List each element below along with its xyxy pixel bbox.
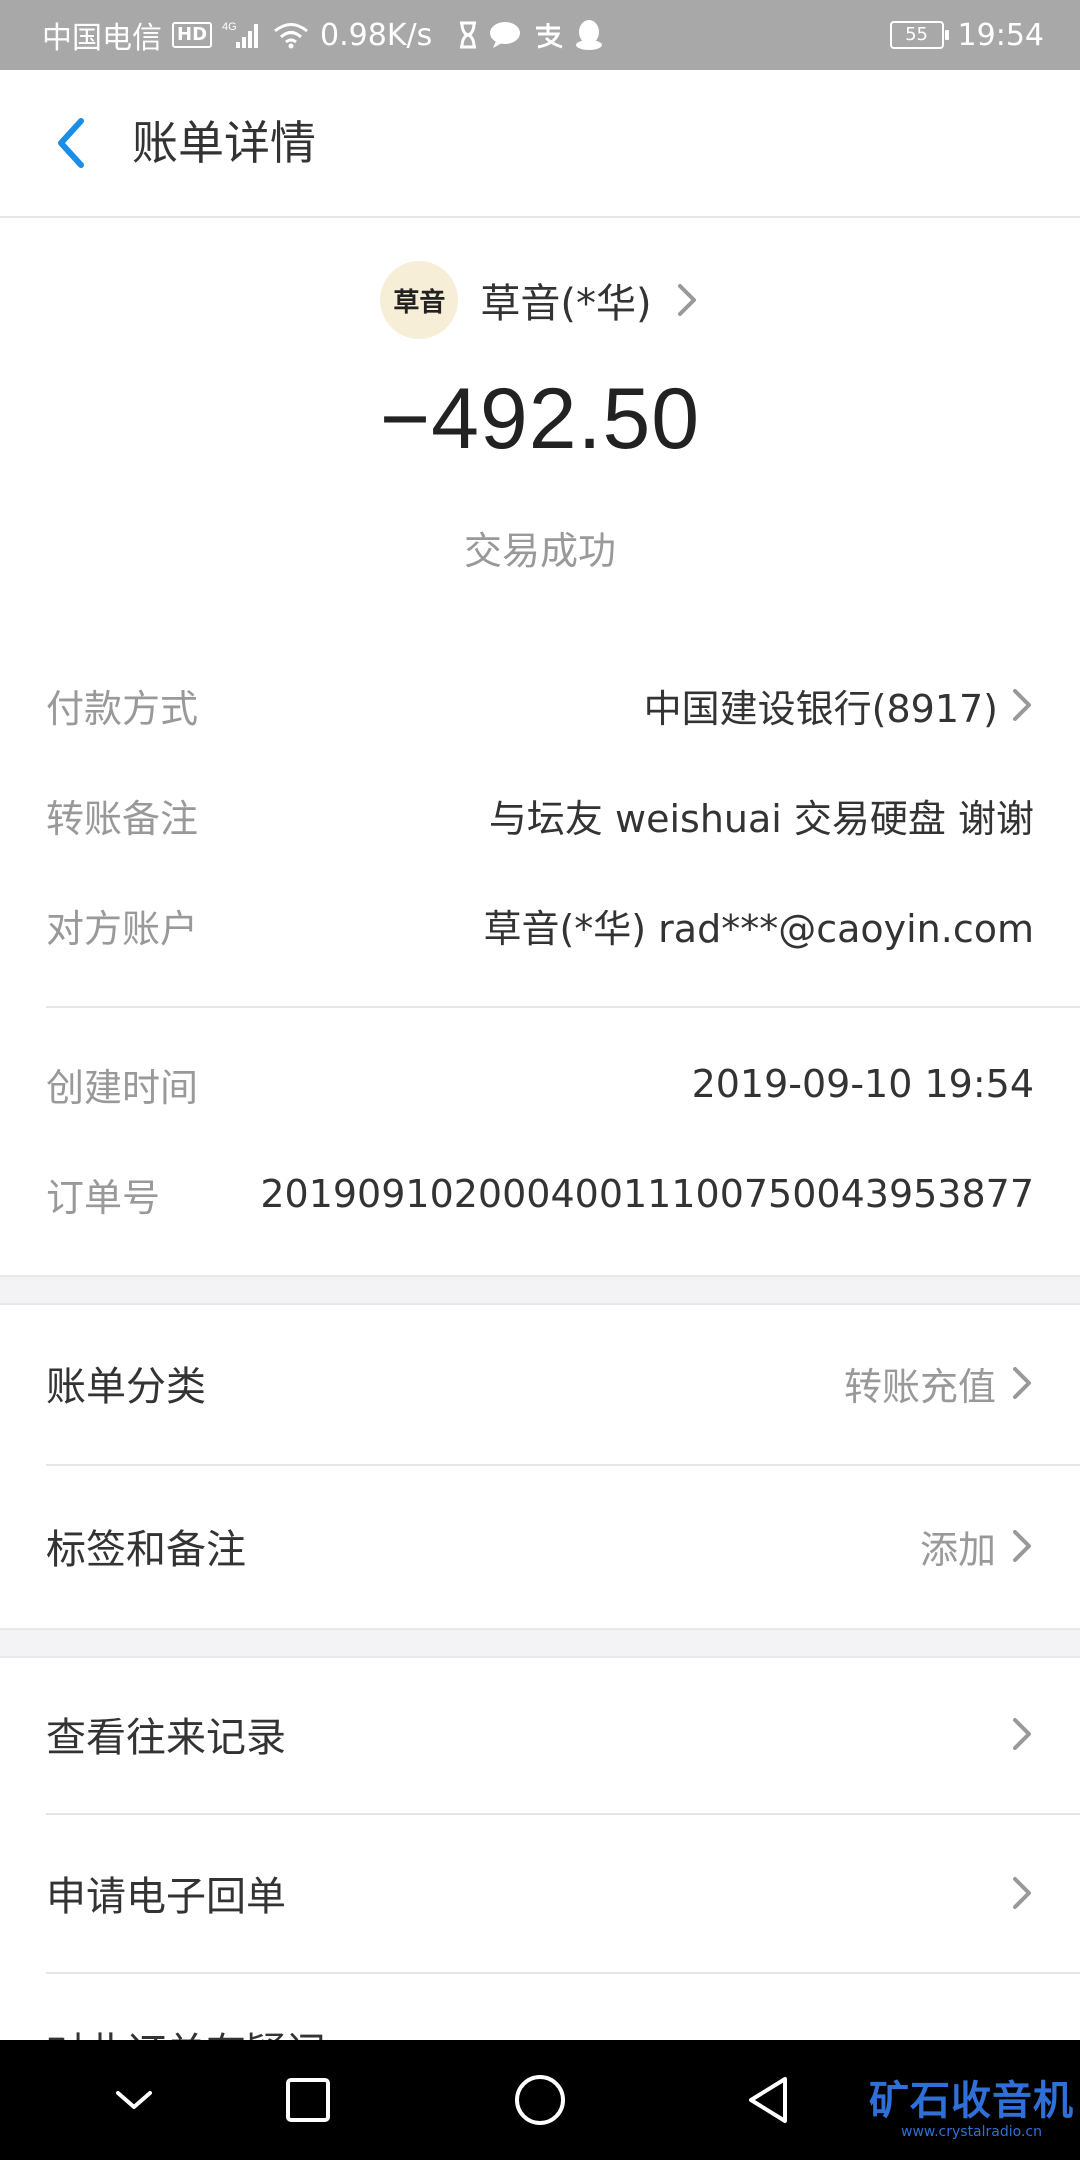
created-time-value: 2019-09-10 19:54 <box>691 1062 1034 1106</box>
chevron-left-icon <box>58 118 84 168</box>
section-separator <box>0 1275 1080 1305</box>
watermark-main: 矿石收音机 <box>869 2078 1074 2124</box>
section-separator <box>0 1628 1080 1658</box>
view-history-row[interactable]: 查看往来记录 <box>46 1656 1034 1812</box>
transfer-note-label: 转账备注 <box>46 796 199 841</box>
payment-method-value: 中国建设银行(8917) <box>643 686 998 731</box>
tags-notes-label: 标签和备注 <box>46 1527 246 1573</box>
order-number-label: 订单号 <box>46 1175 161 1220</box>
bill-category-label: 账单分类 <box>46 1364 206 1410</box>
hourglass-icon <box>458 21 478 49</box>
avatar: 草音 <box>380 261 459 339</box>
clock: 19:54 <box>957 17 1044 53</box>
alipay-icon <box>532 20 564 50</box>
qq-icon <box>574 19 604 51</box>
counterparty-label: 对方账户 <box>46 906 199 951</box>
counterparty-row: 对方账户 草音(*华) rad***@caoyin.com <box>46 895 1034 955</box>
chevron-down-icon <box>116 2091 152 2109</box>
chevron-right-icon <box>1013 689 1031 721</box>
back-button[interactable] <box>36 108 106 178</box>
counterparty-value: 草音(*华) rad***@caoyin.com <box>483 906 1034 951</box>
carrier-label: 中国电信 <box>42 21 162 56</box>
wifi-icon <box>272 20 310 50</box>
svg-text:4G: 4G <box>222 21 237 33</box>
payment-method-row[interactable]: 付款方式 中国建设银行(8917) <box>46 675 1034 735</box>
e-receipt-row[interactable]: 申请电子回单 <box>46 1815 1034 1971</box>
title-bar: 账单详情 <box>0 70 1080 218</box>
network-speed: 0.98K/s <box>320 17 433 53</box>
chevron-right-icon <box>677 284 696 316</box>
watermark: 矿石收音机 www.crystalradio.cn <box>869 2068 1074 2140</box>
bill-category-row[interactable]: 账单分类 转账充值 <box>46 1303 1034 1463</box>
tags-notes-row[interactable]: 标签和备注 添加 <box>46 1466 1034 1626</box>
e-receipt-label: 申请电子回单 <box>46 1874 286 1920</box>
order-number-row: 订单号 20190910200040011100750043953877 <box>46 1164 1034 1224</box>
chevron-right-icon <box>1013 1530 1031 1562</box>
payee-header[interactable]: 草音 草音(*华) <box>0 258 1080 342</box>
status-bar: 中国电信 HD 4G 0.98K/s 55 19:54 <box>0 0 1080 70</box>
circle-icon <box>515 2075 565 2125</box>
divider <box>46 1006 1080 1008</box>
created-time-label: 创建时间 <box>46 1065 199 1110</box>
divider <box>46 1972 1080 1974</box>
nav-hide-button[interactable] <box>74 2040 194 2160</box>
chevron-right-icon <box>1013 1877 1031 1909</box>
nav-home-button[interactable] <box>480 2040 600 2160</box>
view-history-label: 查看往来记录 <box>46 1715 286 1761</box>
transaction-amount: −492.50 <box>379 371 701 467</box>
payment-method-label: 付款方式 <box>46 686 199 731</box>
transaction-status: 交易成功 <box>463 529 616 573</box>
hd-icon: HD <box>172 22 213 48</box>
created-time-row: 创建时间 2019-09-10 19:54 <box>46 1054 1034 1114</box>
battery-icon: 55 <box>889 21 949 49</box>
chevron-right-icon <box>1013 1367 1031 1399</box>
nav-recents-button[interactable] <box>248 2040 368 2160</box>
triangle-back-icon <box>749 2077 787 2123</box>
payee-name: 草音(*华) <box>480 281 652 327</box>
message-icon <box>488 20 522 50</box>
page-title: 账单详情 <box>132 116 316 170</box>
square-icon <box>286 2078 330 2122</box>
bill-category-value: 转账充值 <box>843 1364 996 1409</box>
order-number-value: 20190910200040011100750043953877 <box>260 1172 1034 1216</box>
watermark-sub: www.crystalradio.cn <box>901 2124 1042 2140</box>
chevron-right-icon <box>1013 1718 1031 1750</box>
transfer-note-row: 转账备注 与坛友 weishuai 交易硬盘 谢谢 <box>46 785 1034 845</box>
nav-back-button[interactable] <box>708 2040 828 2160</box>
tags-notes-value: 添加 <box>919 1527 996 1572</box>
transfer-note-value: 与坛友 weishuai 交易硬盘 谢谢 <box>488 796 1034 841</box>
signal-icon: 4G <box>222 20 262 50</box>
